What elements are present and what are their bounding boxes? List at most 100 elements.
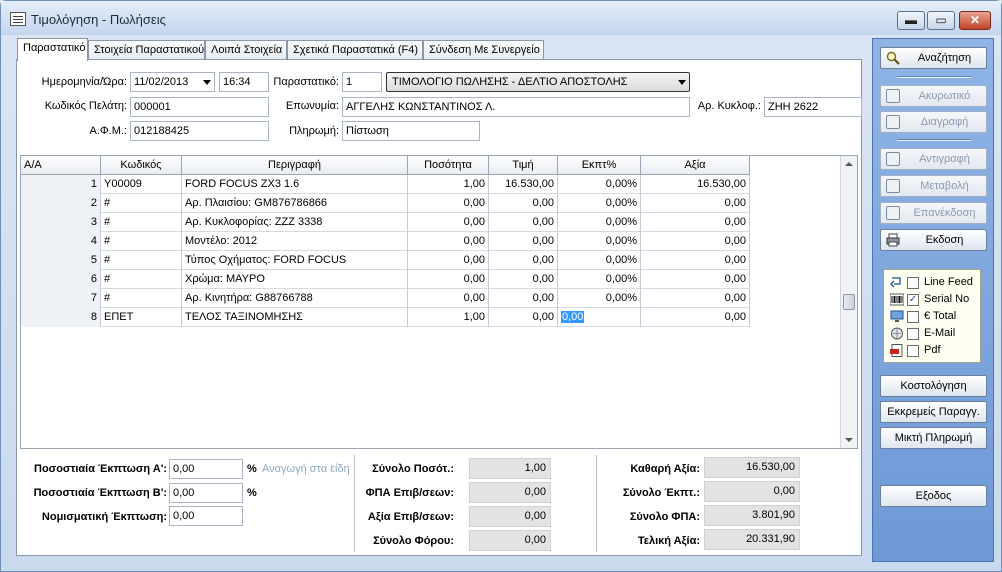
afm-field[interactable]: 012188425 [130,121,269,141]
tab-related-documents[interactable]: Σχετικά Παραστατικά (F4) [287,40,423,60]
modify-button[interactable]: Μεταβολή [880,175,987,197]
cell-quantity[interactable]: 0,00 [408,270,489,289]
cell-description[interactable]: Μοντέλο: 2012 [182,232,408,251]
cell-description[interactable]: Χρώμα: ΜΑΥΡΟ [182,270,408,289]
cell-description[interactable]: Αρ. Κυκλοφορίας: ZZZ 3338 [182,213,408,232]
cell-quantity[interactable]: 0,00 [408,213,489,232]
doc-type-select[interactable]: ΤΙΜΟΛΟΓΙΟ ΠΩΛΗΣΗΣ - ΔΕΛΤΙΟ ΑΠΟΣΤΟΛΗΣ [386,72,690,92]
table-row[interactable]: 7 # Αρ. Κινητήρα: G88766788 0,00 0,00 0,… [21,289,750,308]
cancel-document-button[interactable]: Ακυρωτικό [880,85,987,107]
doc-number-field[interactable]: 1 [342,72,382,92]
time-field[interactable]: 16:34 [219,72,269,92]
scroll-down-icon[interactable] [845,438,853,442]
cell-code[interactable]: # [101,232,182,251]
date-picker[interactable]: 11/02/2013 [130,72,215,92]
maximize-button[interactable]: ▭ [927,11,955,30]
money-discount-field[interactable]: 0,00 [169,506,243,526]
cell-price[interactable]: 0,00 [489,213,558,232]
cell-price[interactable]: 16.530,00 [489,175,558,194]
cell-discount-editing[interactable]: 0,00 [558,308,641,327]
cell-quantity[interactable]: 1,00 [408,175,489,194]
pdf-checkbox[interactable] [907,345,919,357]
costing-button[interactable]: Κοστολόγηση [880,375,987,397]
table-row[interactable]: 3 # Αρ. Κυκλοφορίας: ZZZ 3338 0,00 0,00 … [21,213,750,232]
cell-discount[interactable]: 0,00% [558,232,641,251]
search-button[interactable]: Αναζήτηση [880,47,987,69]
cell-quantity[interactable]: 0,00 [408,251,489,270]
euro-total-checkbox[interactable] [907,311,919,323]
col-discount[interactable]: Εκπτ% [558,156,641,175]
reduce-to-items-link[interactable]: Αναγωγή στα είδη [262,463,350,475]
cell-description[interactable]: Αρ. Κινητήρα: G88766788 [182,289,408,308]
cell-discount[interactable]: 0,00% [558,289,641,308]
cell-value[interactable]: 0,00 [641,194,750,213]
line-feed-checkbox[interactable] [907,277,919,289]
cell-description[interactable]: Τύπος Οχήματος: FORD FOCUS [182,251,408,270]
name-field[interactable]: ΑΓΓΕΛΗΣ ΚΩΝΣΤΑΝΤΙΝΟΣ Λ. [342,97,690,117]
cell-price[interactable]: 0,00 [489,194,558,213]
cell-value[interactable]: 16.530,00 [641,175,750,194]
email-checkbox[interactable] [907,328,919,340]
items-grid[interactable]: Α/Α Κωδικός Περιγραφή Ποσότητα Τιμή Εκπτ… [20,155,858,449]
scroll-thumb[interactable] [843,294,855,310]
tab-document[interactable]: Παραστατικό [17,38,88,61]
col-price[interactable]: Τιμή [489,156,558,175]
table-row[interactable]: 2 # Αρ. Πλαισίου: GM876786866 0,00 0,00 … [21,194,750,213]
exit-button[interactable]: Εξοδος [880,485,987,507]
cell-price[interactable]: 0,00 [489,270,558,289]
mixed-payment-button[interactable]: Μικτή Πληρωμή [880,427,987,449]
cell-price[interactable]: 0,00 [489,232,558,251]
cell-code[interactable]: ΕΠΕΤ [101,308,182,327]
cell-value[interactable]: 0,00 [641,270,750,289]
table-row[interactable]: 8 ΕΠΕΤ ΤΕΛΟΣ ΤΑΞΙΝΟΜΗΣΗΣ 1,00 0,00 0,00 … [21,308,750,327]
delete-button[interactable]: Διαγραφή [880,111,987,133]
cell-price[interactable]: 0,00 [489,308,558,327]
cell-quantity[interactable]: 1,00 [408,308,489,327]
tab-other-details[interactable]: Λοιπά Στοιχεία [205,40,287,60]
table-row[interactable]: 5 # Τύπος Οχήματος: FORD FOCUS 0,00 0,00… [21,251,750,270]
copy-button[interactable]: Αντιγραφή [880,148,987,170]
cell-description[interactable]: Αρ. Πλαισίου: GM876786866 [182,194,408,213]
cell-quantity[interactable]: 0,00 [408,194,489,213]
cell-code[interactable]: Y00009 [101,175,182,194]
close-button[interactable]: ✕ [959,11,991,30]
cell-price[interactable]: 0,00 [489,289,558,308]
cell-value[interactable]: 0,00 [641,308,750,327]
col-description[interactable]: Περιγραφή [182,156,408,175]
col-value[interactable]: Αξία [641,156,750,175]
cell-code[interactable]: # [101,213,182,232]
pending-orders-button[interactable]: Εκκρεμείς Παραγγ. [880,401,987,423]
minimize-button[interactable]: ▬ [897,11,925,30]
customer-code-field[interactable]: 000001 [130,97,269,117]
table-row[interactable]: 6 # Χρώμα: ΜΑΥΡΟ 0,00 0,00 0,00% 0,00 [21,270,750,289]
cell-discount[interactable]: 0,00% [558,251,641,270]
cell-code[interactable]: # [101,270,182,289]
cell-discount[interactable]: 0,00% [558,270,641,289]
cell-value[interactable]: 0,00 [641,251,750,270]
selected-text[interactable]: 0,00 [561,311,585,323]
cell-value[interactable]: 0,00 [641,213,750,232]
pct-discount-a-field[interactable]: 0,00 [169,459,243,479]
serial-no-checkbox[interactable]: ✓ [907,294,919,306]
cell-description[interactable]: FORD FOCUS ZX3 1.6 [182,175,408,194]
scroll-up-icon[interactable] [845,162,853,166]
pct-discount-b-field[interactable]: 0,00 [169,483,243,503]
cell-discount[interactable]: 0,00% [558,213,641,232]
issue-button[interactable]: Εκδοση [880,229,987,251]
plate-field[interactable]: ΖΗΗ 2622 [764,97,862,117]
cell-code[interactable]: # [101,289,182,308]
cell-description[interactable]: ΤΕΛΟΣ ΤΑΞΙΝΟΜΗΣΗΣ [182,308,408,327]
cell-code[interactable]: # [101,251,182,270]
col-aa[interactable]: Α/Α [21,156,101,175]
cell-code[interactable]: # [101,194,182,213]
cell-value[interactable]: 0,00 [641,232,750,251]
reissue-button[interactable]: Επανέκδοση [880,202,987,224]
cell-price[interactable]: 0,00 [489,251,558,270]
table-row[interactable]: 1 Y00009 FORD FOCUS ZX3 1.6 1,00 16.530,… [21,175,750,194]
grid-scrollbar[interactable] [840,156,857,448]
cell-discount[interactable]: 0,00% [558,175,641,194]
col-quantity[interactable]: Ποσότητα [408,156,489,175]
tab-document-details[interactable]: Στοιχεία Παραστατικού [88,40,205,60]
col-code[interactable]: Κωδικός [101,156,182,175]
cell-value[interactable]: 0,00 [641,289,750,308]
